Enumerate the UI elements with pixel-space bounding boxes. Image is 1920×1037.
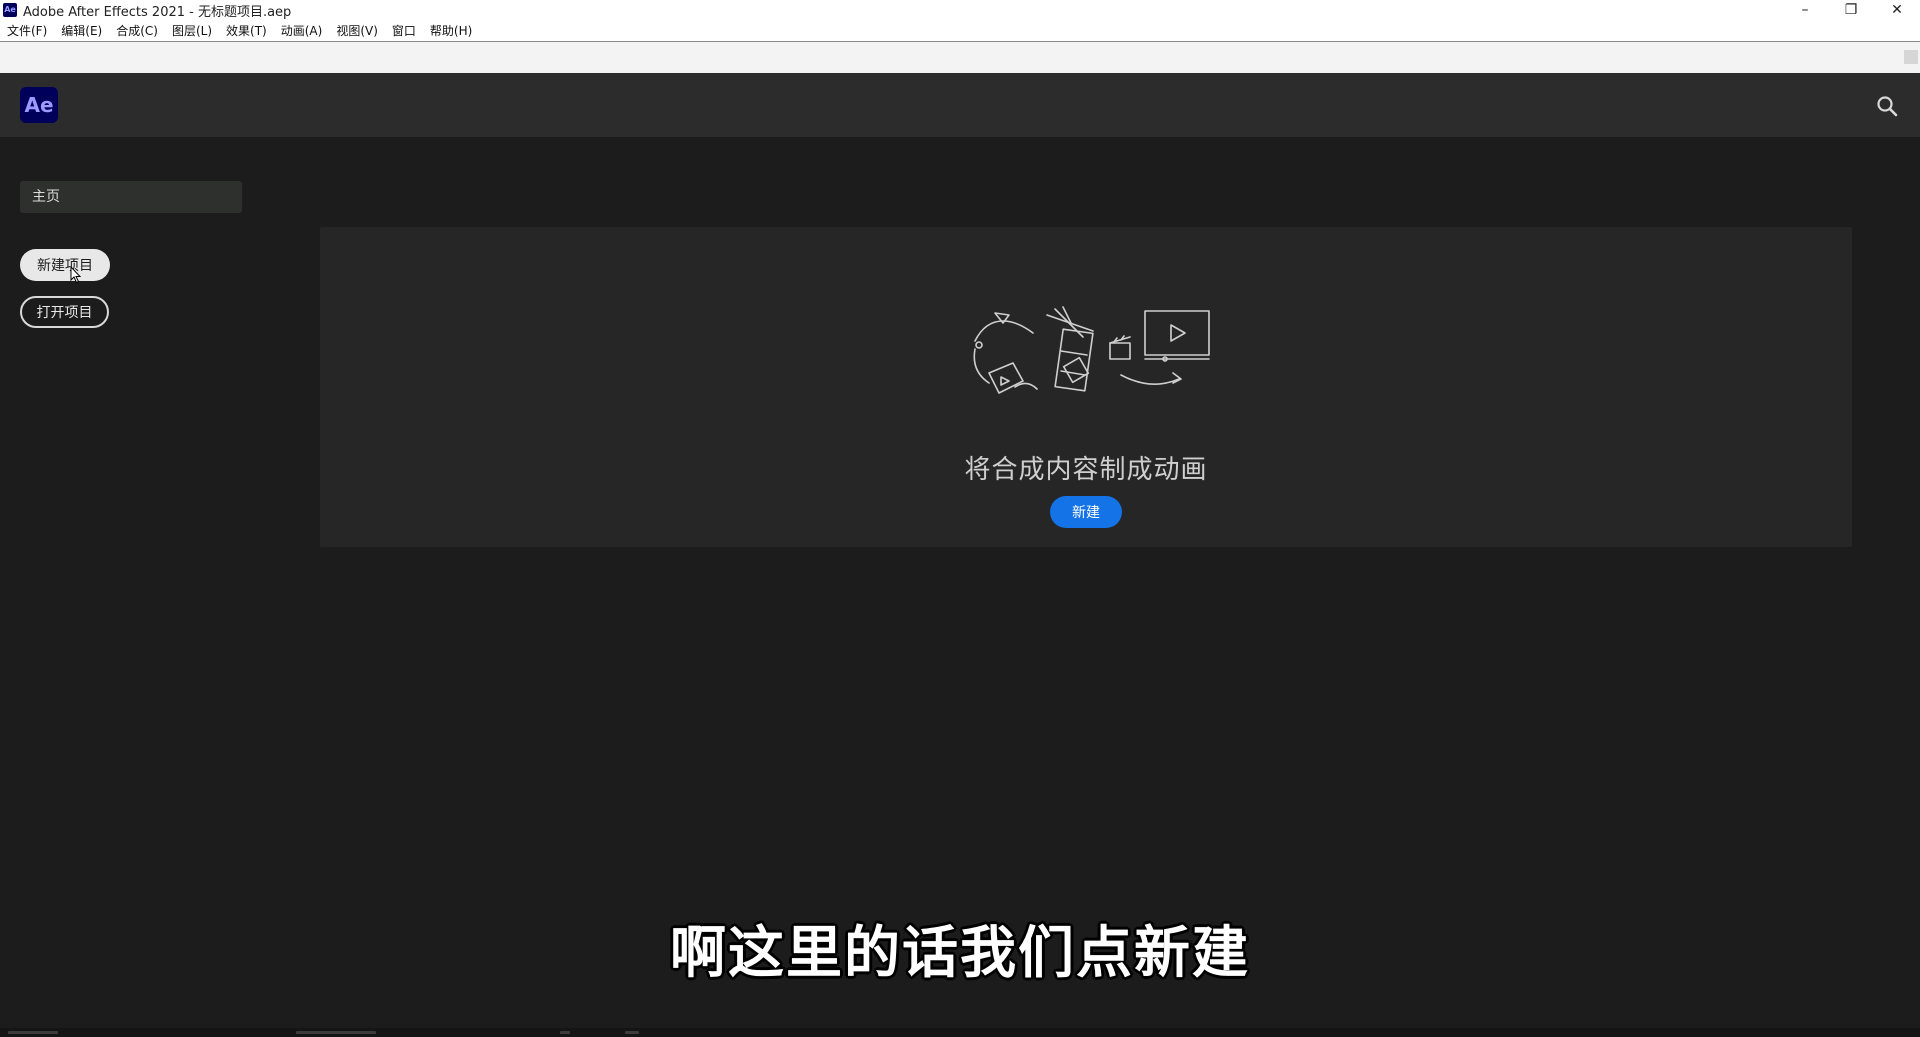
restore-button[interactable]: ❐ [1828,0,1874,20]
toolbar-grip-handle[interactable] [1904,50,1918,64]
new-project-button[interactable]: 新建项目 [20,249,110,281]
animation-illustration-icon [973,306,1210,394]
card-heading: 将合成内容制成动画 [964,455,1208,485]
search-icon [1877,96,1898,117]
menu-effect[interactable]: 效果(T) [219,22,274,39]
window-title: Adobe After Effects 2021 - 无标题项目.aep [23,4,292,20]
bottom-mark [625,1031,639,1034]
bottom-mark [560,1031,570,1034]
menu-edit[interactable]: 编辑(E) [54,22,109,39]
home-header: Ae [0,73,1920,137]
open-project-button[interactable]: 打开项目 [20,296,109,328]
menu-help[interactable]: 帮助(H) [423,22,479,39]
menu-composition[interactable]: 合成(C) [109,22,165,39]
menu-window[interactable]: 窗口 [385,22,423,39]
ae-logo: Ae [20,87,58,123]
window-titlebar: Ae Adobe After Effects 2021 - 无标题项目.aep … [0,0,1920,20]
nav-home-item[interactable]: 主页 [20,181,242,213]
minimize-button[interactable]: – [1782,0,1828,20]
after-effects-app-icon: Ae [3,3,17,17]
mouse-cursor-icon [70,266,82,284]
start-card: 将合成内容制成动画 新建 [320,227,1852,547]
search-button[interactable] [1876,95,1898,117]
bottom-mark [8,1031,58,1034]
new-composition-button[interactable]: 新建 [1050,496,1122,528]
menu-layer[interactable]: 图层(L) [165,22,219,39]
close-button[interactable]: ✕ [1874,0,1920,20]
bottom-mark [296,1031,376,1034]
menu-bar: 文件(F) 编辑(E) 合成(C) 图层(L) 效果(T) 动画(A) 视图(V… [0,20,1920,41]
menu-file[interactable]: 文件(F) [0,22,54,39]
menu-view[interactable]: 视图(V) [329,22,385,39]
menu-animation[interactable]: 动画(A) [274,22,330,39]
bottom-strip [0,1028,1920,1037]
video-subtitle: 啊这里的话我们点新建 [670,921,1250,986]
toolbar-area [0,41,1920,73]
window-controls: – ❐ ✕ [1782,0,1920,20]
